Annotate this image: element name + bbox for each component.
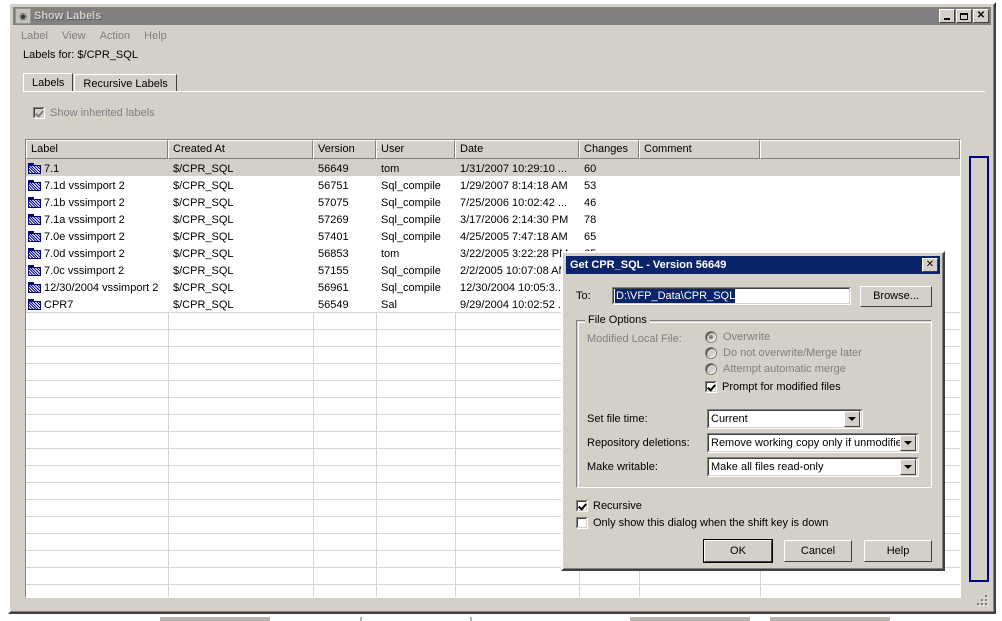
dialog-frame-inner: Get CPR_SQL - Version 56649 ✕ To: D:\VFP… xyxy=(563,253,943,569)
repository-deletions-row: Repository deletions: Remove working cop… xyxy=(587,433,923,453)
tab-recursive-labels[interactable]: Recursive Labels xyxy=(74,74,177,92)
recursive-row[interactable]: Recursive xyxy=(576,500,642,512)
set-file-time-value: Current xyxy=(711,413,748,425)
resize-grip-icon[interactable] xyxy=(975,593,989,607)
make-writable-label: Make writable: xyxy=(587,461,658,473)
window-title-bar[interactable]: ◉ Show Labels ✕ xyxy=(13,7,991,25)
radio-do-not-overwrite-row[interactable]: Do not overwrite/Merge later xyxy=(705,347,862,359)
shift-key-row[interactable]: Only show this dialog when the shift key… xyxy=(576,517,828,529)
menu-item-label[interactable]: Label xyxy=(14,29,55,43)
radio-do-not-overwrite-label: Do not overwrite/Merge later xyxy=(723,347,862,359)
taskbar-peek xyxy=(0,615,1002,621)
grid-line xyxy=(26,584,960,585)
chevron-down-icon[interactable] xyxy=(900,459,916,475)
tab-separator xyxy=(23,91,985,92)
grid-line xyxy=(168,312,169,597)
menu-bar: Label View Action Help xyxy=(14,27,174,44)
grid-line xyxy=(455,312,456,597)
maximize-button[interactable] xyxy=(956,9,972,23)
cancel-button[interactable]: Cancel xyxy=(784,540,852,562)
repository-deletions-select[interactable]: Remove working copy only if unmodified xyxy=(707,433,919,453)
radio-overwrite-label: Overwrite xyxy=(723,331,771,343)
help-button[interactable]: Help xyxy=(864,540,932,562)
set-file-time-row: Set file time: Current xyxy=(587,409,923,429)
radio-overwrite-row[interactable]: Overwrite xyxy=(705,331,770,343)
right-selection-strip[interactable] xyxy=(969,156,989,582)
set-file-time-label: Set file time: xyxy=(587,413,648,425)
set-file-time-select[interactable]: Current xyxy=(707,409,863,429)
dialog-title: Get CPR_SQL - Version 56649 xyxy=(570,259,727,271)
chevron-down-icon[interactable] xyxy=(844,411,860,427)
modified-local-file-label: Modified Local File: xyxy=(587,333,682,345)
grid-line xyxy=(313,312,314,597)
repository-deletions-label: Repository deletions: xyxy=(587,437,690,449)
radio-attempt-merge-label: Attempt automatic merge xyxy=(723,363,846,375)
ok-button[interactable]: OK xyxy=(703,539,773,563)
chevron-down-icon[interactable] xyxy=(900,435,916,451)
dialog-close-icon[interactable]: ✕ xyxy=(922,258,938,272)
make-writable-select[interactable]: Make all files read-only xyxy=(707,457,919,477)
prompt-for-modified-files-checkbox xyxy=(705,381,717,393)
file-options-legend: File Options xyxy=(585,314,650,326)
make-writable-value: Make all files read-only xyxy=(711,461,824,473)
dialog-title-bar[interactable]: Get CPR_SQL - Version 56649 ✕ xyxy=(566,256,940,274)
window-title: Show Labels xyxy=(34,10,102,22)
tab-labels[interactable]: Labels xyxy=(23,73,74,92)
show-inherited-labels-row[interactable]: Show inherited labels xyxy=(33,107,155,119)
to-path-input[interactable]: D:\VFP_Data\CPR_SQL xyxy=(612,287,851,305)
tab-strip: Labels Recursive Labels xyxy=(23,73,178,92)
prompt-for-modified-files-label: Prompt for modified files xyxy=(722,381,841,393)
to-path-value: D:\VFP_Data\CPR_SQL xyxy=(615,289,736,303)
desktop-background: ◉ Show Labels ✕ Label View Action Help L… xyxy=(0,0,1002,621)
desktop-left-margin xyxy=(0,0,8,621)
get-file-dialog: Get CPR_SQL - Version 56649 ✕ To: D:\VFP… xyxy=(561,251,945,571)
radio-attempt-merge-row[interactable]: Attempt automatic merge xyxy=(705,363,846,375)
minimize-button[interactable] xyxy=(939,9,955,23)
prompt-for-modified-files-row[interactable]: Prompt for modified files xyxy=(705,381,841,393)
to-label: To: xyxy=(576,290,591,302)
menu-item-view[interactable]: View xyxy=(55,29,93,43)
repository-deletions-value: Remove working copy only if unmodified xyxy=(711,437,900,449)
menu-item-action[interactable]: Action xyxy=(93,29,138,43)
radio-attempt-merge xyxy=(705,363,717,375)
grid-line xyxy=(376,312,377,597)
menu-item-help[interactable]: Help xyxy=(137,29,174,43)
labels-for-text: Labels for: $/CPR_SQL xyxy=(23,49,138,61)
browse-button[interactable]: Browse... xyxy=(860,285,932,307)
grid-line xyxy=(960,312,961,597)
app-icon: ◉ xyxy=(15,8,31,24)
make-writable-row: Make writable: Make all files read-only xyxy=(587,457,923,477)
recursive-label: Recursive xyxy=(593,500,642,512)
radio-do-not-overwrite xyxy=(705,347,717,359)
close-icon[interactable]: ✕ xyxy=(973,9,989,23)
shift-key-checkbox xyxy=(576,517,588,529)
radio-overwrite xyxy=(705,331,717,343)
show-inherited-labels-checkbox xyxy=(33,107,45,119)
to-row: To: D:\VFP_Data\CPR_SQL Browse... xyxy=(576,285,932,307)
shift-key-label: Only show this dialog when the shift key… xyxy=(593,517,829,529)
file-options-group: File Options Modified Local File: Overwr… xyxy=(576,314,932,488)
show-inherited-labels-label: Show inherited labels xyxy=(50,107,155,119)
recursive-checkbox xyxy=(576,500,588,512)
